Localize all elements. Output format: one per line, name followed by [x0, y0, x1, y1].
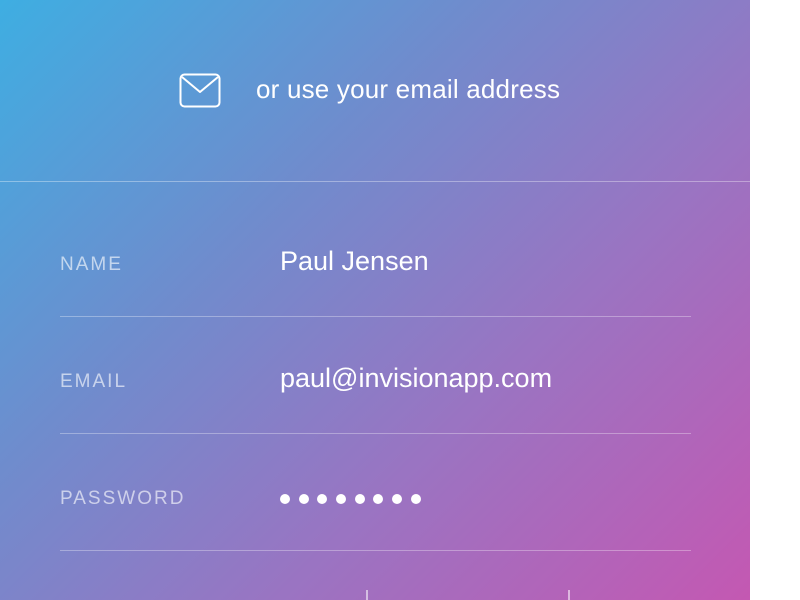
- password-mask-dot: [392, 494, 403, 504]
- email-field-row: EMAIL paul@invisionapp.com: [60, 317, 691, 434]
- header-divider: [0, 181, 750, 182]
- signup-panel: or use your email address NAME Paul Jens…: [0, 0, 750, 600]
- name-label: NAME: [60, 254, 123, 275]
- name-field-row: NAME Paul Jensen: [60, 200, 691, 317]
- partial-glyph: [366, 590, 368, 600]
- password-field-row: PASSWORD: [60, 434, 691, 551]
- email-signup-option[interactable]: or use your email address: [0, 0, 750, 181]
- password-mask-dot: [298, 494, 309, 504]
- email-label: EMAIL: [60, 371, 128, 392]
- password-mask-dot: [317, 494, 328, 504]
- password-mask-dot: [410, 494, 421, 504]
- name-input[interactable]: Paul Jensen: [280, 244, 429, 278]
- page-background: [750, 0, 800, 600]
- partial-glyph: [568, 590, 570, 600]
- next-content-hint: [0, 590, 750, 600]
- password-label: PASSWORD: [60, 488, 186, 509]
- password-mask-dot: [336, 494, 347, 504]
- password-input[interactable]: [280, 494, 421, 504]
- password-mask-dot: [373, 494, 384, 504]
- password-mask-dot: [354, 494, 365, 504]
- email-input[interactable]: paul@invisionapp.com: [280, 361, 552, 395]
- password-mask-dot: [280, 494, 290, 504]
- email-option-label: or use your email address: [256, 74, 561, 104]
- password-divider: [60, 550, 691, 551]
- mail-icon: [179, 73, 221, 108]
